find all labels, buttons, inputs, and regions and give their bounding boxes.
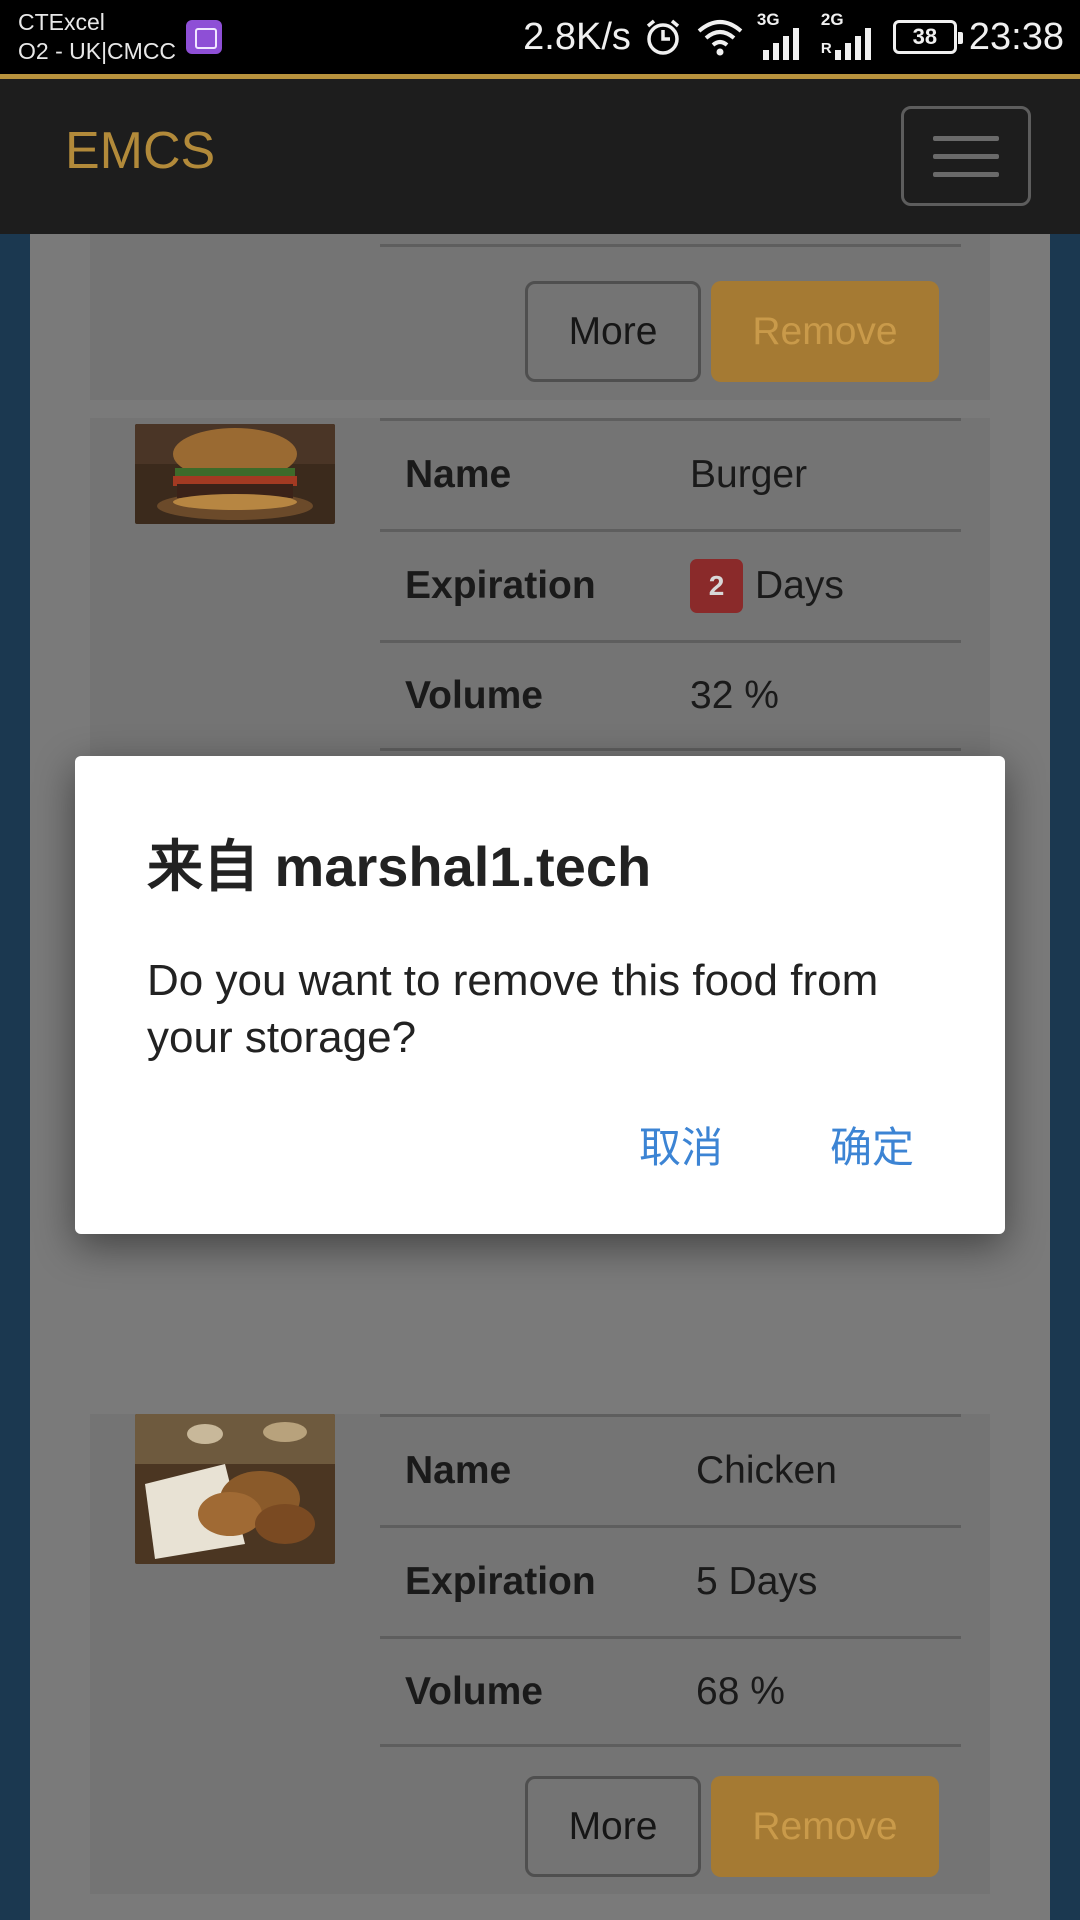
nav-toggle-button[interactable] — [901, 106, 1031, 206]
top-navbar: EMCS — [0, 79, 1080, 234]
expiration-badge: 2 — [690, 559, 743, 613]
confirm-dialog: 来自 marshal1.tech Do you want to remove t… — [75, 756, 1005, 1234]
gallery-icon — [186, 20, 222, 54]
status-bar: CTExcel O2 - UK|CMCC 2.8K/s 3G 2G R 38 2… — [0, 0, 1080, 79]
volume-value: 68 % — [696, 1669, 785, 1713]
cancel-button[interactable]: 取消 — [639, 1114, 723, 1175]
name-label: Name — [405, 1449, 512, 1492]
status-indicators: 2.8K/s 3G 2G R 38 23:38 — [523, 10, 1064, 62]
brand-logo[interactable]: EMCS — [65, 121, 215, 181]
table-row: Expiration 2 Days — [380, 529, 961, 640]
table-row: Name Burger — [380, 418, 961, 529]
table-row: Volume 68 % — [380, 1636, 961, 1747]
burger-photo — [135, 424, 335, 524]
volume-label: Volume — [405, 673, 543, 717]
table-divider — [380, 244, 961, 247]
more-button[interactable]: More — [525, 1776, 701, 1877]
expiration-label: Expiration — [405, 1560, 596, 1603]
food-card-chicken: Name Chicken Expiration 5 Days Volume 68… — [90, 1414, 990, 1894]
alarm-icon — [646, 19, 680, 55]
wifi-icon — [697, 20, 743, 56]
clock: 23:38 — [968, 15, 1064, 58]
volume-label: Volume — [405, 1669, 543, 1713]
signal-3g-icon: 3G — [757, 10, 809, 60]
hamburger-icon-bar — [933, 153, 999, 159]
signal-2g-icon: 2G R — [820, 10, 881, 60]
remove-button[interactable]: Remove — [711, 1776, 939, 1877]
carrier-info: CTExcel O2 - UK|CMCC — [18, 8, 176, 66]
name-label: Name — [405, 453, 512, 496]
volume-value: 32 % — [690, 673, 779, 717]
table-row: Volume 32 % — [380, 640, 961, 751]
more-button[interactable]: More — [525, 281, 701, 382]
food-name: Burger — [690, 453, 808, 496]
fried-chicken-photo — [135, 1414, 335, 1564]
food-details-table: Name Burger Expiration 2 Days Volume 32 … — [380, 418, 961, 751]
network-speed: 2.8K/s — [523, 15, 631, 58]
carrier-line-1: CTExcel — [18, 9, 105, 35]
dialog-title: 来自 marshal1.tech — [147, 835, 652, 898]
food-details-table: Name Chicken Expiration 5 Days Volume 68… — [380, 1414, 961, 1747]
remove-button[interactable]: Remove — [711, 281, 939, 382]
table-row: Expiration 5 Days — [380, 1525, 961, 1636]
food-name: Chicken — [696, 1449, 837, 1492]
roaming-label: R — [820, 40, 832, 57]
table-row: Name Chicken — [380, 1414, 961, 1525]
expiration-value: 2 Days — [690, 559, 844, 613]
carrier-line-2: O2 - UK|CMCC — [18, 38, 177, 64]
hamburger-icon-bar — [933, 135, 999, 141]
hamburger-icon-bar — [933, 171, 999, 177]
expiration-unit: Days — [755, 564, 844, 607]
dialog-message: Do you want to remove this food from you… — [147, 956, 879, 1062]
expiration-value: 5 Days — [696, 1560, 818, 1603]
battery-icon: 38 — [892, 20, 963, 54]
food-card: More Remove — [90, 234, 990, 400]
expiration-label: Expiration — [405, 564, 596, 607]
confirm-button[interactable]: 确定 — [830, 1114, 914, 1175]
